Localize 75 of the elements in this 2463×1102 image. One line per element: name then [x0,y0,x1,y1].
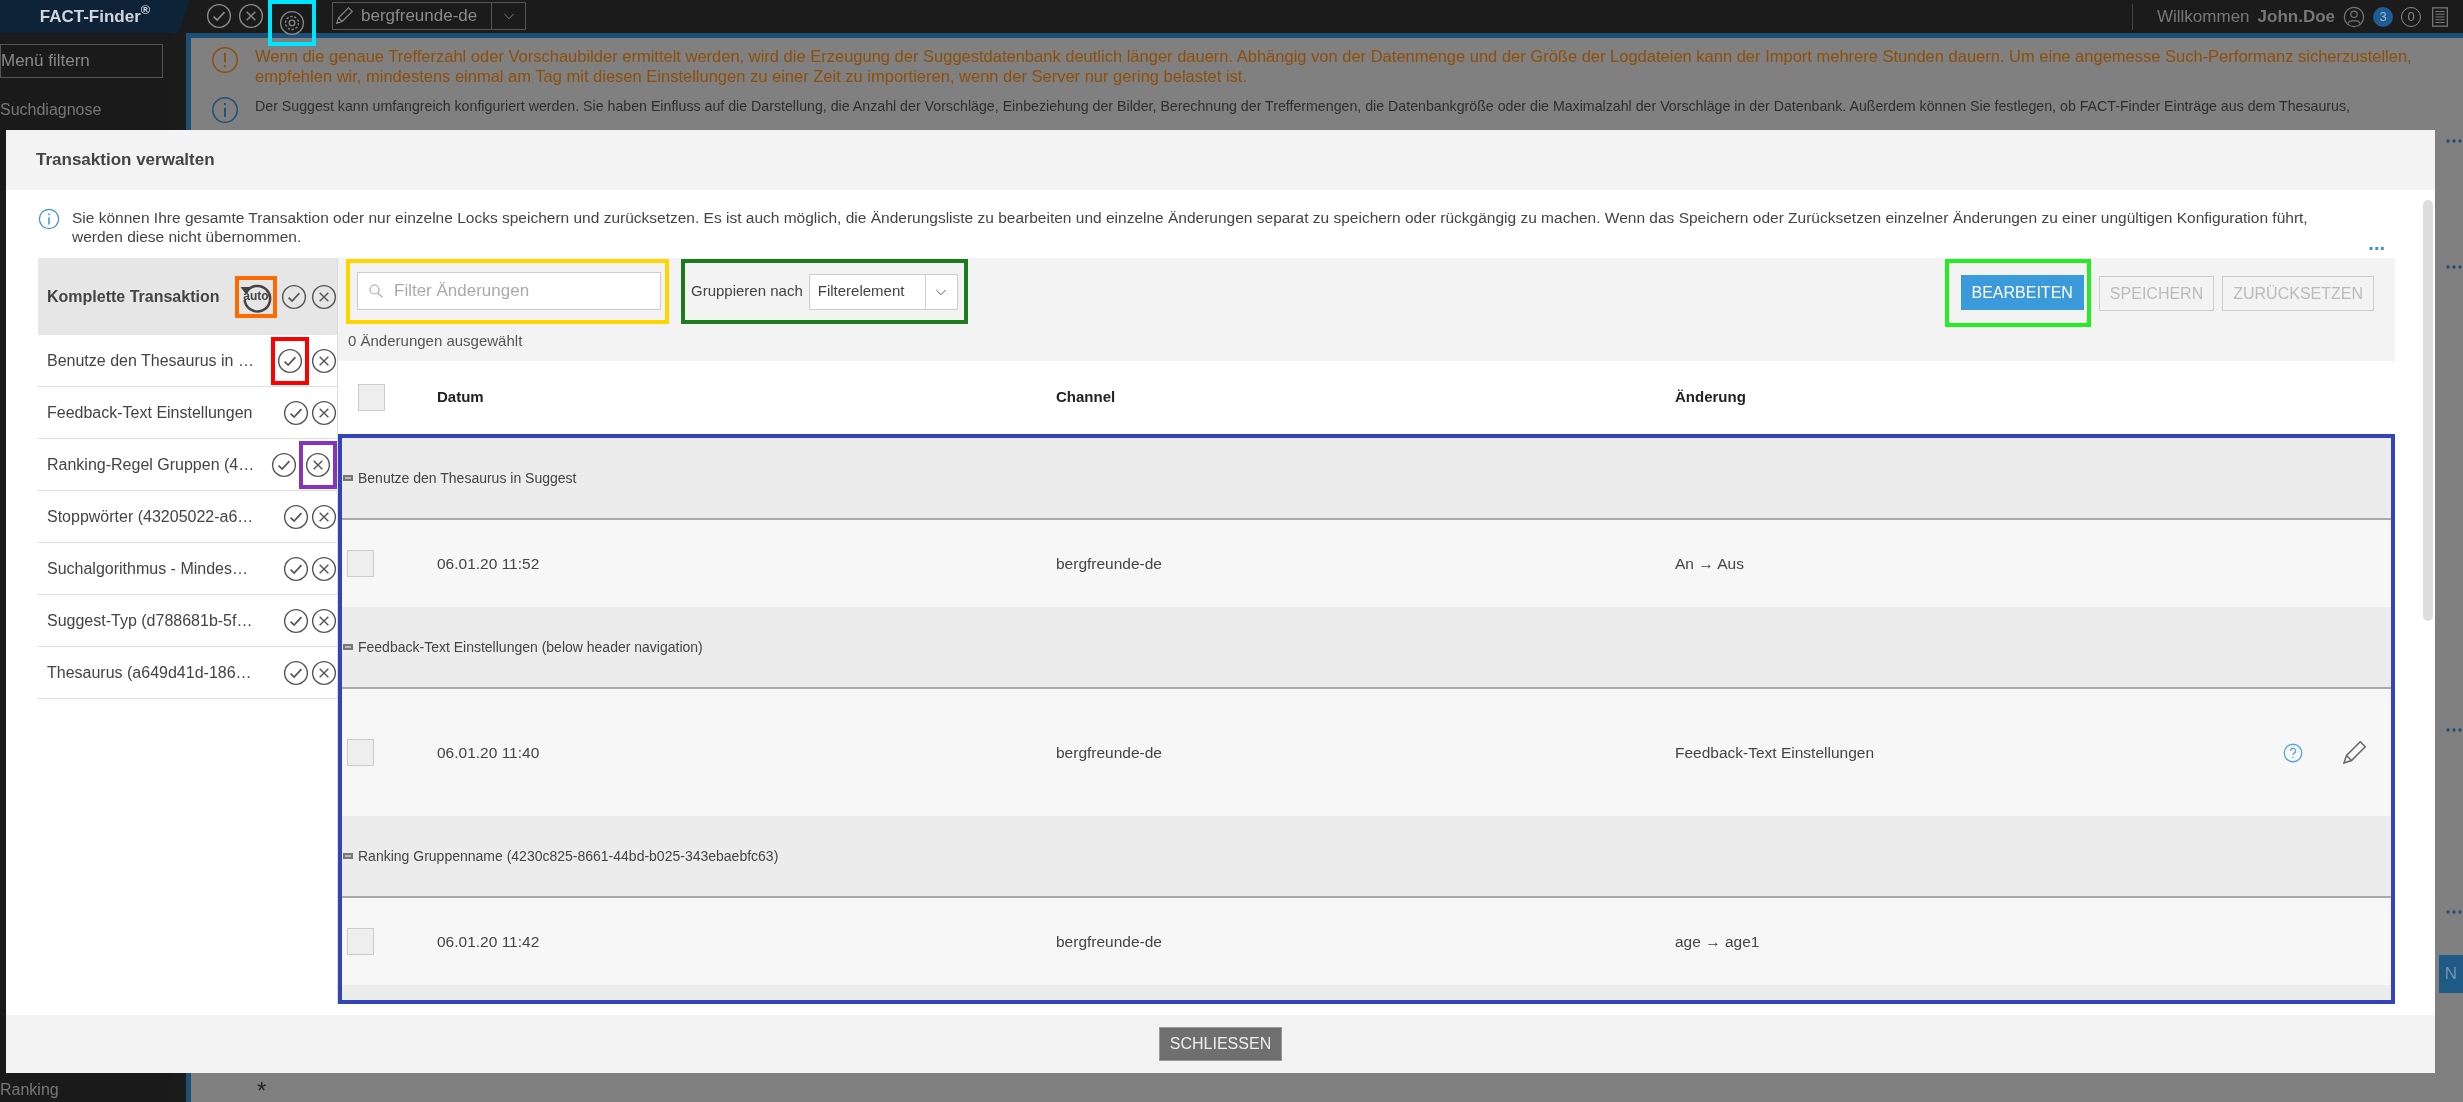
collapse-icon[interactable] [342,641,354,653]
save-icon[interactable] [271,451,297,478]
discard-icon[interactable] [311,503,337,530]
logo[interactable]: FACT-Finder$^{®}$ [0,0,190,33]
discard-icon[interactable] [311,555,337,582]
channel-cell-text: bergfreunde-de [1056,742,1163,763]
row-checkbox[interactable] [347,550,374,577]
dialog-info-text: Sie können Ihre gesamte Transaktion oder nur einzelne Locks speichern und zurücksetzen. Es ist auch möglich, die Änderungsliste zu bearbeiten und einzelne Änderungen separat zu speichern oder rückgängig zu machen. Wenn das Speichern oder Zurücksetzen einzelner Änderungen zu einer ungültigen Konfiguration führt, werden diese nicht übernommen. [72,208,2309,246]
lock-item[interactable]: Stoppwörter (43205022-a6… [47,504,281,529]
channel-cell-text: bergfreunde-de [1056,931,1163,952]
change-cell-text: age → age1 [1675,931,1761,952]
selection-count: 0 Änderungen ausgewählt [348,331,524,351]
save-icon[interactable] [281,283,307,310]
warning-text: Wenn die genaue Trefferzahl oder Vorschaubilder ermittelt werden, wird die Erzeugung der Suggestdatenbank deutlich länger dauern. Abhängig von der Datenmenge und der Größe der Logdateien kann der Import mehrere Stunden dauern. Um eine angemesse Such-Performanz sicherzustellen, empfehlen wir, mindestens einmal am Tag mit diesen Einstellungen zu einer Zeit zu importieren, wenn der Server nur gering belastet ist. [255,46,2413,86]
column-header[interactable]: Änderung [1675,386,2395,409]
save-icon[interactable] [283,555,309,582]
collapse-icon[interactable] [342,850,354,862]
sidebar-item[interactable]: Suchdiagnose [0,98,172,122]
lock-item[interactable]: Benutze den Thesaurus in … [47,348,269,373]
row-checkbox[interactable] [347,928,374,955]
channel-select[interactable]: bergfreunde-de [332,2,527,30]
change-cell-text: Feedback-Text Einstellungen [1675,742,1876,763]
user-name: John.Doe [2257,5,2335,28]
save-icon[interactable] [283,607,309,634]
search-icon [367,282,385,300]
discard-icon[interactable] [311,283,337,310]
group-label: Gruppieren nach [691,281,803,302]
change-cell-text: An → Aus [1675,553,1745,574]
scrollbar[interactable] [2423,200,2433,621]
dialog-title: Transaktion verwalten [36,149,215,172]
filter-field[interactable]: Filter Änderungen [357,272,661,310]
settings-icon[interactable] [279,10,305,36]
save-icon[interactable] [283,503,309,530]
user-icon[interactable] [2343,5,2365,28]
save-icon[interactable] [283,399,309,426]
lock-item[interactable]: Ranking-Regel Gruppen (4… [47,452,269,477]
document-icon[interactable] [2429,5,2451,28]
date-cell-text: 06.01.20 11:52 [437,553,541,574]
check-icon[interactable] [206,3,232,29]
discard-icon[interactable] [311,607,337,634]
discard-icon[interactable] [311,347,337,374]
discard-icon[interactable] [305,451,331,478]
collapse-icon[interactable] [342,472,354,484]
warning-icon [211,46,239,74]
select-all-checkbox[interactable] [358,384,385,411]
group-title: Benutze den Thesaurus in Suggest [358,468,577,488]
column-header[interactable]: Datum [437,386,1056,409]
auto-reset-button[interactable]: auto [239,279,273,314]
info-icon [211,96,239,124]
close-icon[interactable] [238,3,264,29]
save-icon[interactable] [283,659,309,686]
welcome-text: Willkommen [2157,5,2250,28]
close-button[interactable]: SCHLIESSEN [1158,1027,1283,1061]
channel-cell-text: bergfreunde-de [1056,553,1163,574]
column-header[interactable]: Channel [1056,386,1675,409]
group-title: Ranking Gruppenname (4230c825-8661-44bd-b025-343ebaebfc63) [358,846,779,866]
required-mark: * [257,1080,268,1102]
group-title: Feedback-Text Einstellungen (below header navigation) [358,637,703,657]
discard-icon[interactable] [311,659,337,686]
sidebar-item[interactable]: Ranking [0,1078,172,1102]
date-cell-text: 06.01.20 11:40 [437,742,541,763]
lock-item[interactable]: Suggest-Typ (d788681b-5f… [47,608,281,633]
info-text: Der Suggest kann umfangreich konfiguriert werden. Sie haben Einfluss auf die Darstellung, die Anzahl der Vorschläge, Einbeziehung der Bilder, Berechnung der Treffermengen, die Datenbankgröße oder die Maximalzahl der Vorschläge in der Datenbank. Außerdem können Sie festlegen, ob FACT-Finder Einträge aus dem Thesaurus, [255,97,2350,116]
row-checkbox[interactable] [347,739,374,766]
lock-item[interactable]: Thesaurus (a649d41d-186… [47,660,281,685]
lock-item[interactable]: Suchalgorithmus - Mindes… [47,556,281,581]
pencil-icon [333,5,355,27]
lock-item[interactable]: Feedback-Text Einstellungen [47,400,281,425]
save-icon[interactable] [277,347,303,374]
group-select[interactable]: Filterelement [808,273,958,310]
date-cell-text: 06.01.20 11:42 [437,931,541,952]
info-icon [38,208,60,230]
transaction-title: Komplette Transaktion [47,286,221,307]
menu-filter-field[interactable]: Menü filtern [0,44,163,78]
discard-icon[interactable] [311,399,337,426]
